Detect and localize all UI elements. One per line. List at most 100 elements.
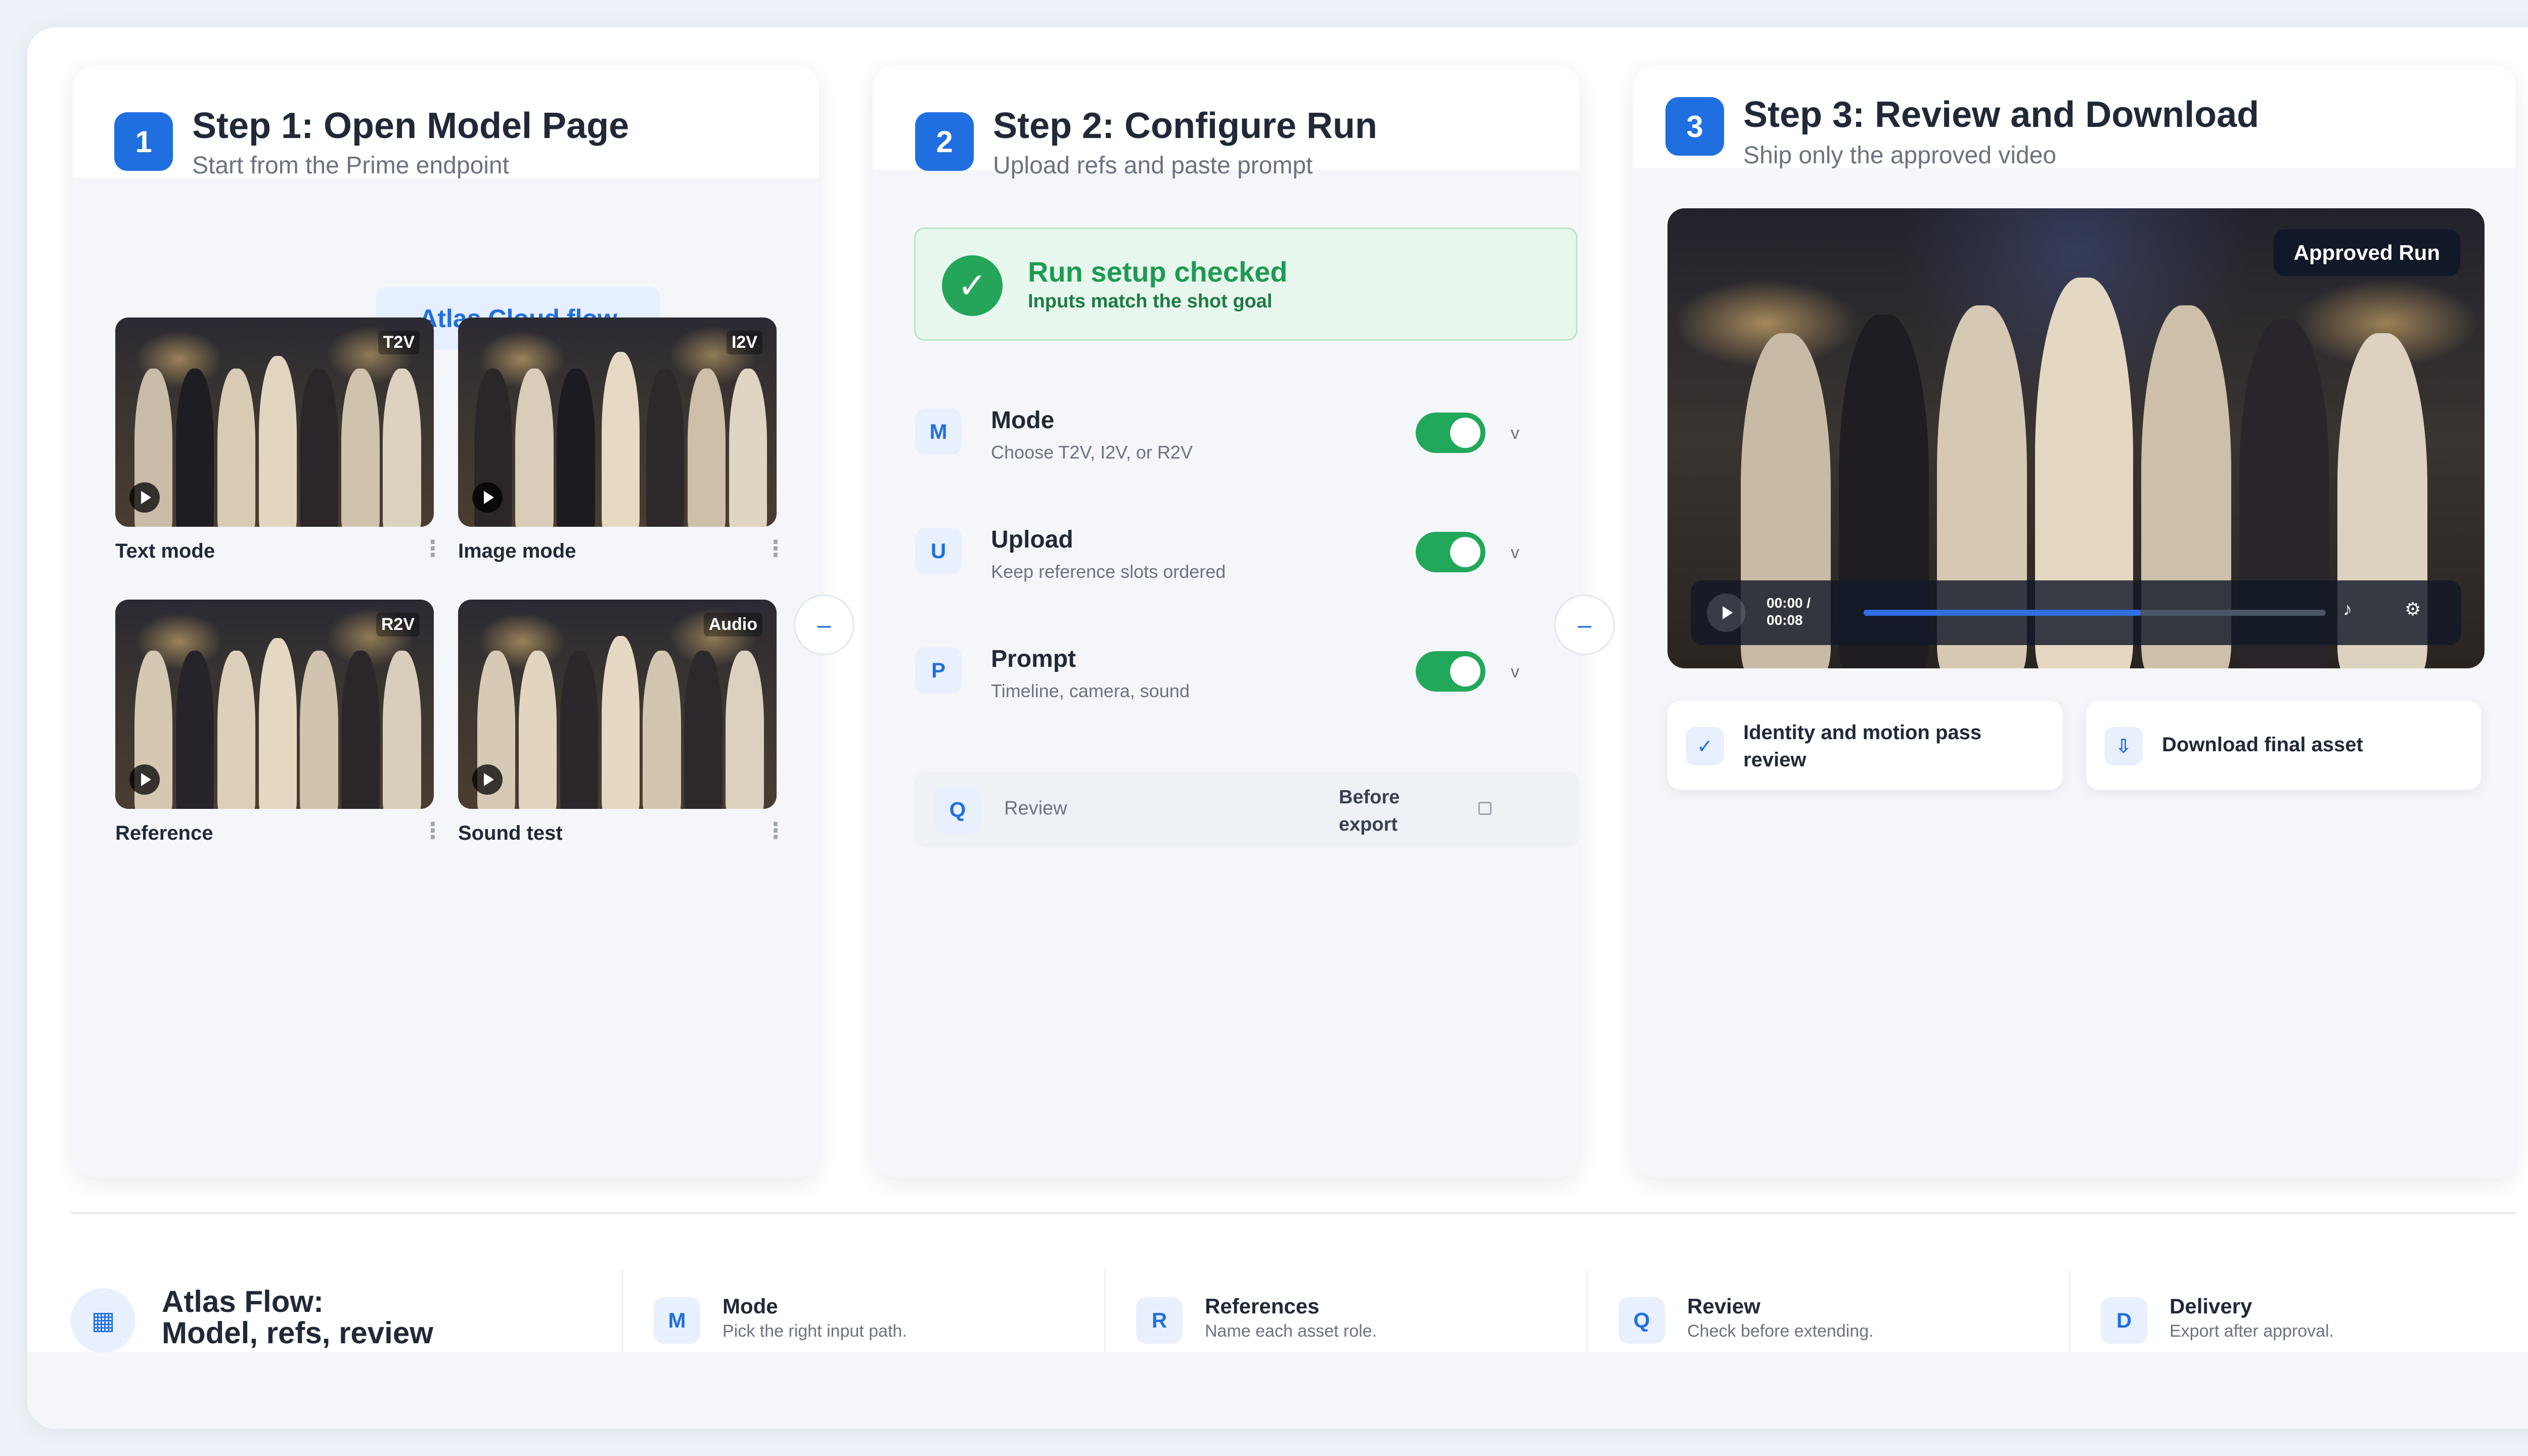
step-1-number: 1 — [114, 112, 173, 171]
chevron-down-icon[interactable]: v — [1511, 543, 1519, 563]
step-3-title: Step 3: Review and Download — [1743, 95, 2260, 135]
upload-toggle[interactable] — [1416, 532, 1485, 572]
more-options-icon[interactable]: ⋮ — [422, 536, 444, 562]
step-2-number: 2 — [915, 112, 974, 171]
footer-item-desc: Check before extending. — [1687, 1322, 1874, 1341]
divider — [71, 1212, 2516, 1214]
more-options-icon[interactable]: ⋮ — [764, 818, 787, 844]
thumbnail-label: Sound test — [458, 822, 563, 844]
review-before-export: Before export — [1339, 784, 1400, 838]
prompt-icon: P — [915, 647, 962, 694]
grid-icon: ▦ — [71, 1288, 136, 1353]
mode-badge: R2V — [376, 613, 420, 636]
footer-item-references[interactable]: R References Name each asset role. — [1104, 1270, 1585, 1352]
step-3-panel: 3 Step 3: Review and Download Ship only … — [1633, 66, 2516, 1178]
upload-icon: U — [915, 528, 962, 574]
footer-item-label: Mode — [723, 1294, 778, 1318]
review-label: Review — [1004, 798, 1067, 819]
upload-row-subtitle: Keep reference slots ordered — [991, 561, 1226, 582]
footer-item-label: Review — [1687, 1294, 1760, 1318]
review-checkbox[interactable] — [1478, 802, 1492, 815]
review-icon: Q — [934, 787, 981, 833]
more-options-icon[interactable]: ⋮ — [422, 818, 444, 844]
approved-run-badge: Approved Run — [2273, 230, 2460, 276]
footer-item-desc: Name each asset role. — [1205, 1322, 1377, 1341]
footer-item-mode[interactable]: M Mode Pick the right input path. — [622, 1270, 1102, 1352]
thumbnail-reference[interactable]: R2V — [115, 600, 434, 809]
mode-badge: T2V — [378, 331, 420, 354]
step-1-title: Step 1: Open Model Page — [192, 106, 629, 146]
prompt-row-subtitle: Timeline, camera, sound — [991, 680, 1190, 701]
collapse-button[interactable]: – — [794, 595, 854, 655]
mode-row-subtitle: Choose T2V, I2V, or R2V — [991, 442, 1193, 463]
footer-title-line-1: Atlas Flow: — [162, 1285, 324, 1318]
more-options-icon[interactable]: ⋮ — [764, 536, 787, 562]
mode-row-title: Mode — [991, 407, 1055, 434]
step-1-panel: 1 Step 1: Open Model Page Start from the… — [73, 66, 819, 1178]
check-icon: ✓ — [1686, 727, 1724, 765]
step-3-number: 3 — [1665, 97, 1724, 156]
status-title: Run setup checked — [1028, 256, 1288, 288]
music-icon[interactable]: ♪ — [2343, 599, 2352, 620]
mode-icon: M — [654, 1297, 700, 1344]
play-icon[interactable] — [472, 482, 503, 513]
footer-title-line-2: Model, refs, review — [162, 1316, 433, 1350]
time-current: 00:00 / — [1767, 595, 1811, 611]
mode-toggle[interactable] — [1416, 413, 1485, 453]
thumbnail-sound-test[interactable]: Audio — [458, 600, 777, 809]
chevron-down-icon[interactable]: v — [1511, 424, 1519, 443]
action-line-1: Identity and motion pass — [1743, 721, 1982, 744]
delivery-icon: D — [2101, 1297, 2147, 1344]
footer-band — [27, 1352, 2528, 1429]
upload-row-title: Upload — [991, 526, 1073, 553]
thumbnail-label: Reference — [115, 822, 213, 844]
video-player[interactable]: Approved Run 00:00 / 00:08 ♪ ⚙ — [1667, 208, 2485, 668]
footer-item-desc: Export after approval. — [2170, 1322, 2334, 1341]
play-icon[interactable] — [129, 482, 160, 513]
prompt-row-title: Prompt — [991, 646, 1076, 672]
footer-item-review[interactable]: Q Review Check before extending. — [1587, 1270, 2067, 1352]
time-readout: 00:00 / 00:08 — [1767, 595, 1811, 629]
footer-title: Atlas Flow: Model, refs, review — [162, 1286, 433, 1349]
review-icon: Q — [1618, 1297, 1665, 1344]
action-label: Identity and motion pass review — [1743, 719, 1981, 774]
time-total: 00:08 — [1767, 612, 1803, 628]
step-3-subtitle: Ship only the approved video — [1743, 142, 2057, 169]
review-right-line-1: Before — [1339, 787, 1400, 808]
thumbnail-label: Text mode — [115, 540, 215, 562]
chevron-down-icon[interactable]: v — [1511, 662, 1519, 682]
footer-item-desc: Pick the right input path. — [723, 1322, 907, 1341]
mode-badge: Audio — [703, 613, 762, 636]
progress-fill — [1864, 610, 2141, 616]
thumbnail-image-mode[interactable]: I2V — [458, 317, 777, 527]
step-2-panel: 2 Step 2: Configure Run Upload refs and … — [873, 66, 1579, 1178]
mode-icon: M — [915, 408, 962, 455]
play-icon[interactable] — [1707, 594, 1745, 632]
step-1-subtitle: Start from the Prime endpoint — [192, 152, 509, 179]
identity-motion-review-card[interactable]: ✓ Identity and motion pass review — [1667, 701, 2063, 790]
step-2-title: Step 2: Configure Run — [993, 106, 1377, 146]
progress-track[interactable] — [1864, 610, 2326, 616]
gear-icon[interactable]: ⚙ — [2405, 599, 2421, 620]
play-icon[interactable] — [472, 764, 503, 795]
action-line-2: review — [1743, 749, 1807, 771]
player-controls: 00:00 / 00:08 ♪ ⚙ — [1691, 580, 2461, 645]
review-row[interactable]: Q Review Before export — [914, 771, 1579, 847]
status-subtitle: Inputs match the shot goal — [1028, 291, 1273, 312]
download-final-asset-button[interactable]: ⇩ Download final asset — [2086, 701, 2481, 790]
play-icon[interactable] — [129, 764, 160, 795]
footer-item-label: References — [1205, 1294, 1320, 1318]
check-icon: ✓ — [942, 255, 1003, 316]
footer-item-delivery[interactable]: D Delivery Export after approval. — [2069, 1270, 2528, 1352]
run-setup-status: ✓ Run setup checked Inputs match the sho… — [914, 228, 1577, 341]
footer-item-label: Delivery — [2170, 1294, 2252, 1318]
action-label: Download final asset — [2162, 734, 2363, 756]
step-2-subtitle: Upload refs and paste prompt — [993, 152, 1313, 179]
review-right-line-2: export — [1339, 814, 1398, 835]
prompt-toggle[interactable] — [1416, 651, 1485, 692]
collapse-button[interactable]: – — [1554, 595, 1615, 655]
download-icon: ⇩ — [2104, 727, 2143, 765]
references-icon: R — [1136, 1297, 1183, 1344]
thumbnail-text-mode[interactable]: T2V — [115, 317, 434, 527]
mode-badge: I2V — [726, 331, 762, 354]
